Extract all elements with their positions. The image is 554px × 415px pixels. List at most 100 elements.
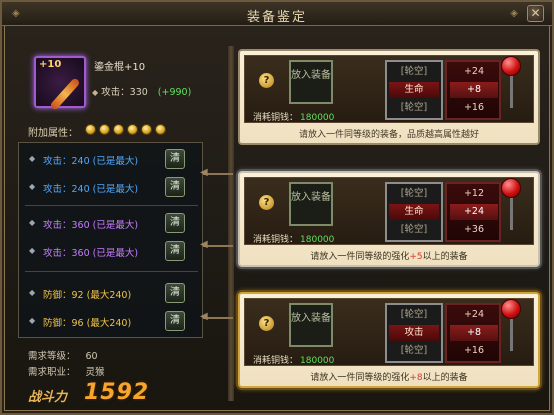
attack-bonus: (+990) bbox=[157, 87, 192, 98]
gem-icon bbox=[99, 124, 110, 135]
hint-highlight: +8 bbox=[409, 373, 423, 383]
help-icon[interactable]: ? bbox=[259, 195, 274, 210]
window-title: 装备鉴定 bbox=[246, 10, 307, 25]
required-class-value: 灵猴 bbox=[85, 367, 105, 378]
divider bbox=[25, 205, 198, 206]
arrow-left-icon: ◀ bbox=[200, 167, 208, 178]
diamond-icon: ◆ bbox=[29, 182, 36, 191]
attribute-row: ◆ 防御：96 (最大240) 清 bbox=[19, 311, 204, 333]
diamond-icon: ◆ bbox=[29, 288, 36, 297]
clear-button[interactable]: 清 bbox=[165, 283, 185, 303]
item-attack: ◆ 攻击：330 (+990) bbox=[92, 84, 191, 98]
roll-item: [轮空] bbox=[400, 345, 428, 356]
gem-slots bbox=[85, 124, 166, 135]
roll-item-selected: 生命 bbox=[389, 204, 439, 220]
combat-power-value: 1592 bbox=[84, 380, 150, 405]
clear-button[interactable]: 清 bbox=[165, 213, 185, 233]
clear-button[interactable]: 清 bbox=[165, 177, 185, 197]
attribute-text: 防御：96 (最大240) bbox=[43, 318, 132, 329]
staff-icon bbox=[49, 77, 81, 111]
item-name: 鎏金棍+10 bbox=[94, 62, 146, 73]
value-item: +12 bbox=[463, 188, 485, 199]
roll-item: [轮空] bbox=[400, 309, 428, 320]
value-item: +16 bbox=[463, 345, 485, 356]
arrow-left-icon: ◀ bbox=[200, 239, 208, 250]
roll-item: [轮空] bbox=[400, 224, 428, 235]
attribute-row: ◆ 攻击：240 (已是最大) 清 bbox=[19, 149, 204, 171]
gem-icon bbox=[127, 124, 138, 135]
help-icon[interactable]: ? bbox=[259, 316, 274, 331]
attribute-row: ◆ 攻击：360 (已是最大) 清 bbox=[19, 241, 204, 263]
attribute-text: 攻击：240 (已是最大) bbox=[43, 156, 139, 167]
value-item: +16 bbox=[463, 102, 485, 113]
attribute-row: ◆ 防御：92 (最大240) 清 bbox=[19, 283, 204, 305]
help-icon[interactable]: ? bbox=[259, 73, 274, 88]
roll-item: [轮空] bbox=[400, 66, 428, 77]
addon-attributes-label: 附加属性： bbox=[28, 128, 78, 139]
value-item-selected: +24 bbox=[450, 204, 498, 220]
required-class: 需求职业： 灵猴 bbox=[28, 364, 105, 378]
panel-hint: 请放入一件同等级的强化+8以上的装备 bbox=[250, 370, 528, 383]
equipment-info-panel: +10 鎏金棍+10 ◆ 攻击：330 (+990) 附加属性： ◆ 攻击：240 … bbox=[12, 38, 207, 410]
title-ornament-right-icon: ◈ bbox=[510, 8, 518, 19]
attribute-text: 攻击：360 (已是最大) bbox=[43, 220, 139, 231]
clear-button[interactable]: 清 bbox=[165, 311, 185, 331]
diamond-icon: ◆ bbox=[29, 154, 36, 163]
attribute-roll: [轮空] 生命 [轮空] bbox=[385, 182, 443, 242]
put-equipment-slot[interactable]: 放入装备 bbox=[289, 182, 333, 226]
equipment-slot[interactable]: +10 bbox=[34, 56, 86, 111]
cost-row: 消耗铜钱： 180000 bbox=[253, 110, 334, 123]
lever-handle[interactable] bbox=[501, 299, 521, 319]
value-roll: +24 +8 +16 bbox=[445, 60, 501, 120]
value-roll: +12 +24 +36 bbox=[445, 182, 501, 242]
attribute-row: ◆ 攻击：360 (已是最大) 清 bbox=[19, 213, 204, 235]
attack-label: 攻击：330 bbox=[101, 87, 148, 98]
gem-icon bbox=[155, 124, 166, 135]
panel-inner: ? 放入装备 消耗铜钱： 180000 [轮空] 攻击 [轮空] +24 +8 +… bbox=[244, 298, 534, 366]
roll-item: [轮空] bbox=[400, 188, 428, 199]
attribute-text: 攻击：360 (已是最大) bbox=[43, 248, 139, 259]
required-level-value: 60 bbox=[85, 351, 98, 362]
clear-button[interactable]: 清 bbox=[165, 149, 185, 169]
diamond-icon: ◆ bbox=[29, 218, 36, 227]
attribute-row: ◆ 攻击：240 (已是最大) 清 bbox=[19, 177, 204, 199]
lever-handle[interactable] bbox=[501, 178, 521, 198]
cost-row: 消耗铜钱： 180000 bbox=[253, 353, 334, 366]
lever-handle[interactable] bbox=[501, 56, 521, 76]
arrow-left-icon: ◀ bbox=[200, 311, 208, 322]
side-rail bbox=[228, 46, 234, 401]
attribute-text: 防御：92 (最大240) bbox=[43, 290, 132, 301]
attribute-roll: [轮空] 攻击 [轮空] bbox=[385, 303, 443, 363]
gem-icon bbox=[141, 124, 152, 135]
identify-window: ◈ 装备鉴定 ◈ ✕ +10 鎏金棍+10 ◆ 攻击：330 (+990) 附加属性… bbox=[0, 0, 554, 415]
required-level-label: 需求等级： bbox=[28, 351, 76, 362]
diamond-icon: ◆ bbox=[29, 246, 36, 255]
attribute-list: ◆ 攻击：240 (已是最大) 清 ◆ 攻击：240 (已是最大) 清 ◆ 攻击… bbox=[18, 142, 203, 338]
diamond-icon: ◆ bbox=[29, 316, 36, 325]
cost-label: 消耗铜钱： bbox=[253, 113, 299, 123]
put-equipment-slot[interactable]: 放入装备 bbox=[289, 303, 333, 347]
panel-inner: ? 放入装备 消耗铜钱： 180000 [轮空] 生命 [轮空] +12 +24 … bbox=[244, 177, 534, 245]
hint-text: 请放入一件同等级的强化 bbox=[310, 373, 410, 383]
combat-power-label: 战斗力 bbox=[28, 390, 68, 405]
roll-item-selected: 生命 bbox=[389, 82, 439, 98]
value-item: +24 bbox=[463, 66, 485, 77]
identify-panel-1: ? 放入装备 消耗铜钱： 180000 [轮空] 生命 [轮空] +24 +8 +… bbox=[238, 49, 540, 145]
identify-panel-3: ? 放入装备 消耗铜钱： 180000 [轮空] 攻击 [轮空] +24 +8 +… bbox=[238, 292, 540, 388]
gem-icon bbox=[113, 124, 124, 135]
gem-icon bbox=[85, 124, 96, 135]
cost-row: 消耗铜钱： 180000 bbox=[253, 232, 334, 245]
identify-panel-2: ? 放入装备 消耗铜钱： 180000 [轮空] 生命 [轮空] +12 +24 … bbox=[238, 171, 540, 267]
value-item: +36 bbox=[463, 224, 485, 235]
put-equipment-slot[interactable]: 放入装备 bbox=[289, 60, 333, 104]
value-roll: +24 +8 +16 bbox=[445, 303, 501, 363]
panel-hint: 请放入一件同等级的强化+5以上的装备 bbox=[250, 249, 528, 262]
cost-value: 180000 bbox=[300, 113, 335, 123]
required-class-label: 需求职业： bbox=[28, 367, 76, 378]
roll-item: [轮空] bbox=[400, 102, 428, 113]
title-bar: ◈ 装备鉴定 ◈ ✕ bbox=[2, 2, 552, 26]
value-item-selected: +8 bbox=[450, 82, 498, 98]
close-button[interactable]: ✕ bbox=[527, 5, 544, 22]
value-item: +24 bbox=[463, 309, 485, 320]
clear-button[interactable]: 清 bbox=[165, 241, 185, 261]
